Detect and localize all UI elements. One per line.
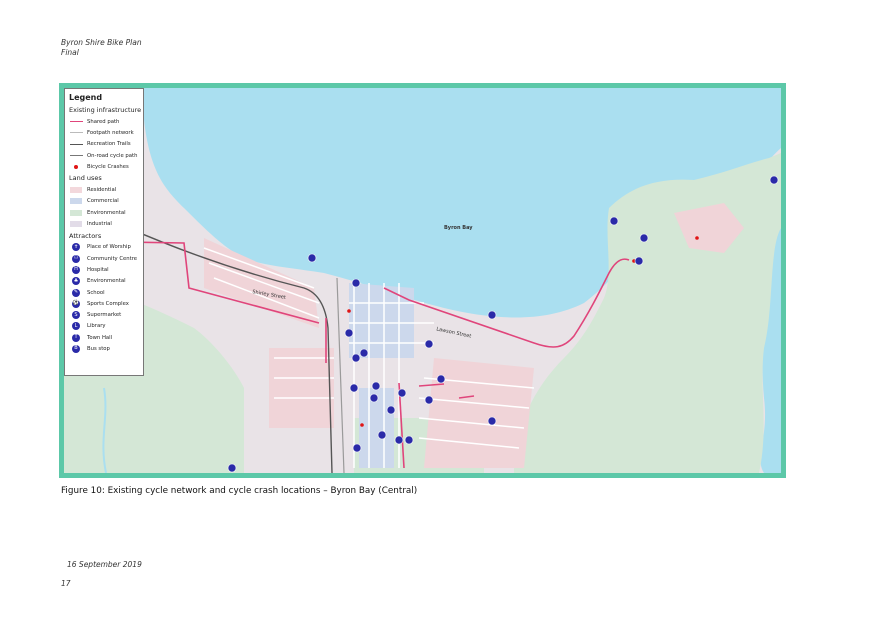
community-centre-marker — [351, 353, 361, 363]
worship-marker — [377, 430, 387, 440]
legend-item: Industrial — [69, 218, 143, 229]
hospital-icon: H — [69, 265, 83, 274]
legend-item-label: Environmental — [87, 209, 126, 216]
legend-item-label: Shared path — [87, 118, 120, 125]
document-header-title: Byron Shire Bike Plan — [61, 38, 142, 47]
on-road-cycle-path — [336, 277, 345, 473]
place-label-byron-bay: Byron Bay — [444, 225, 473, 231]
figure-caption: Figure 10: Existing cycle network and cy… — [61, 486, 418, 496]
legend-item-label: School — [87, 289, 105, 296]
town-hall-icon: T — [69, 333, 83, 342]
legend-item: Shared path — [69, 116, 143, 127]
worship-marker — [369, 393, 379, 403]
legend-item: ✝ Place of Worship — [69, 242, 143, 253]
legend-item-label: Recreation Trails — [87, 141, 131, 148]
community-centre-icon: ⚇ — [72, 254, 80, 263]
legend-section-title: Attractors — [69, 231, 102, 240]
legend-line-swatch — [69, 152, 83, 160]
legend-item: ⚇ Community Centre — [69, 253, 143, 264]
legend-line-swatch — [69, 140, 83, 148]
legend-item-label: Town Hall — [87, 334, 113, 341]
residential-east — [424, 358, 534, 468]
legend-item: Environmental — [69, 207, 143, 218]
page-number: 17 — [61, 579, 71, 588]
legend-title: Legend — [69, 93, 103, 102]
legend-item-label: Environmental — [87, 278, 126, 285]
library-marker — [349, 383, 359, 393]
legend-item-label: Bicycle Crashes — [87, 163, 129, 170]
community-centre-marker — [424, 339, 434, 349]
worship-marker — [371, 381, 381, 391]
legend-item-label: Supermarket — [87, 312, 122, 319]
sports-complex-icon: ⚽ — [72, 299, 80, 308]
document-header-status: Final — [61, 48, 79, 57]
environmental-icon: ♣ — [72, 277, 80, 286]
footer-date: 16 September 2019 — [67, 560, 142, 569]
supermarket-icon: S — [69, 311, 83, 320]
supermarket-marker — [344, 328, 354, 338]
legend-item-label: On-road cycle path — [87, 152, 138, 159]
school-marker — [424, 395, 434, 405]
legend-item: S Supermarket — [69, 309, 143, 320]
community-centre-marker — [359, 348, 369, 358]
legend-item: B Bus stop — [69, 343, 143, 354]
legend-item-label: Residential — [87, 187, 117, 194]
legend-line-swatch — [69, 129, 83, 137]
legend-area-swatch — [69, 197, 83, 205]
legend-item: L Library — [69, 321, 143, 332]
legend-section-title: Land uses — [69, 174, 102, 183]
map-legend: Legend Existing infrastructure Shared pat… — [64, 88, 144, 376]
school-icon: ✎ — [72, 288, 80, 297]
legend-line-swatch — [69, 118, 83, 126]
legend-item-label: Library — [87, 323, 106, 330]
bus-stop-marker — [487, 416, 497, 426]
legend-area-swatch — [69, 220, 83, 228]
legend-item: ⚽ Sports Complex — [69, 298, 143, 309]
residential-south-west — [269, 348, 334, 428]
environmental-marker — [609, 216, 619, 226]
worship-icon: ✝ — [72, 243, 80, 252]
commercial-cbd — [349, 283, 414, 358]
map-frame: Byron Bay Shirley Street Lawson Street L… — [59, 83, 786, 478]
environmental-marker — [639, 233, 649, 243]
legend-area-swatch — [69, 186, 83, 194]
legend-item-label: Footpath network — [87, 129, 134, 136]
legend-section-title: Existing infrastructure — [69, 106, 142, 114]
town-hall-marker — [404, 435, 414, 445]
legend-item: H Hospital — [69, 264, 143, 275]
legend-item: T Town Hall — [69, 332, 143, 343]
environmental-marker — [351, 278, 361, 288]
school-marker — [397, 388, 407, 398]
crash-dot-icon — [69, 163, 83, 171]
legend-item: Commercial — [69, 196, 143, 207]
environmental-marker — [487, 310, 497, 320]
environmental-marker — [307, 253, 317, 263]
legend-item-label: Commercial — [87, 198, 119, 205]
legend-item: On-road cycle path — [69, 150, 143, 161]
legend-item-label: Community Centre — [87, 255, 138, 262]
legend-item-label: Industrial — [87, 221, 112, 228]
legend-item: Footpath network — [69, 127, 143, 138]
legend-item: ✎ School — [69, 287, 143, 298]
school-marker — [436, 374, 446, 384]
legend-item-label: Bus stop — [87, 345, 110, 352]
library-icon: L — [69, 322, 83, 331]
legend-item: Residential — [69, 184, 143, 195]
worship-marker — [394, 435, 404, 445]
bus-stop-marker — [634, 256, 644, 266]
legend-item: Recreation Trails — [69, 139, 143, 150]
legend-body: Existing infrastructure Shared path Footpa… — [69, 106, 143, 355]
legend-item: ♣ Environmental — [69, 276, 143, 287]
legend-item-label: Sports Complex — [87, 300, 129, 307]
legend-area-swatch — [69, 209, 83, 217]
sports-complex-marker — [386, 405, 396, 415]
hospital-marker — [352, 443, 362, 453]
map-canvas — [64, 88, 781, 473]
legend-item-label: Place of Worship — [87, 244, 131, 251]
legend-item-label: Hospital — [87, 266, 109, 273]
legend-item: Bicycle Crashes — [69, 161, 143, 172]
environmental-marker — [769, 175, 779, 185]
environmental-marker — [227, 463, 237, 473]
bus-stop-icon: B — [69, 344, 83, 353]
